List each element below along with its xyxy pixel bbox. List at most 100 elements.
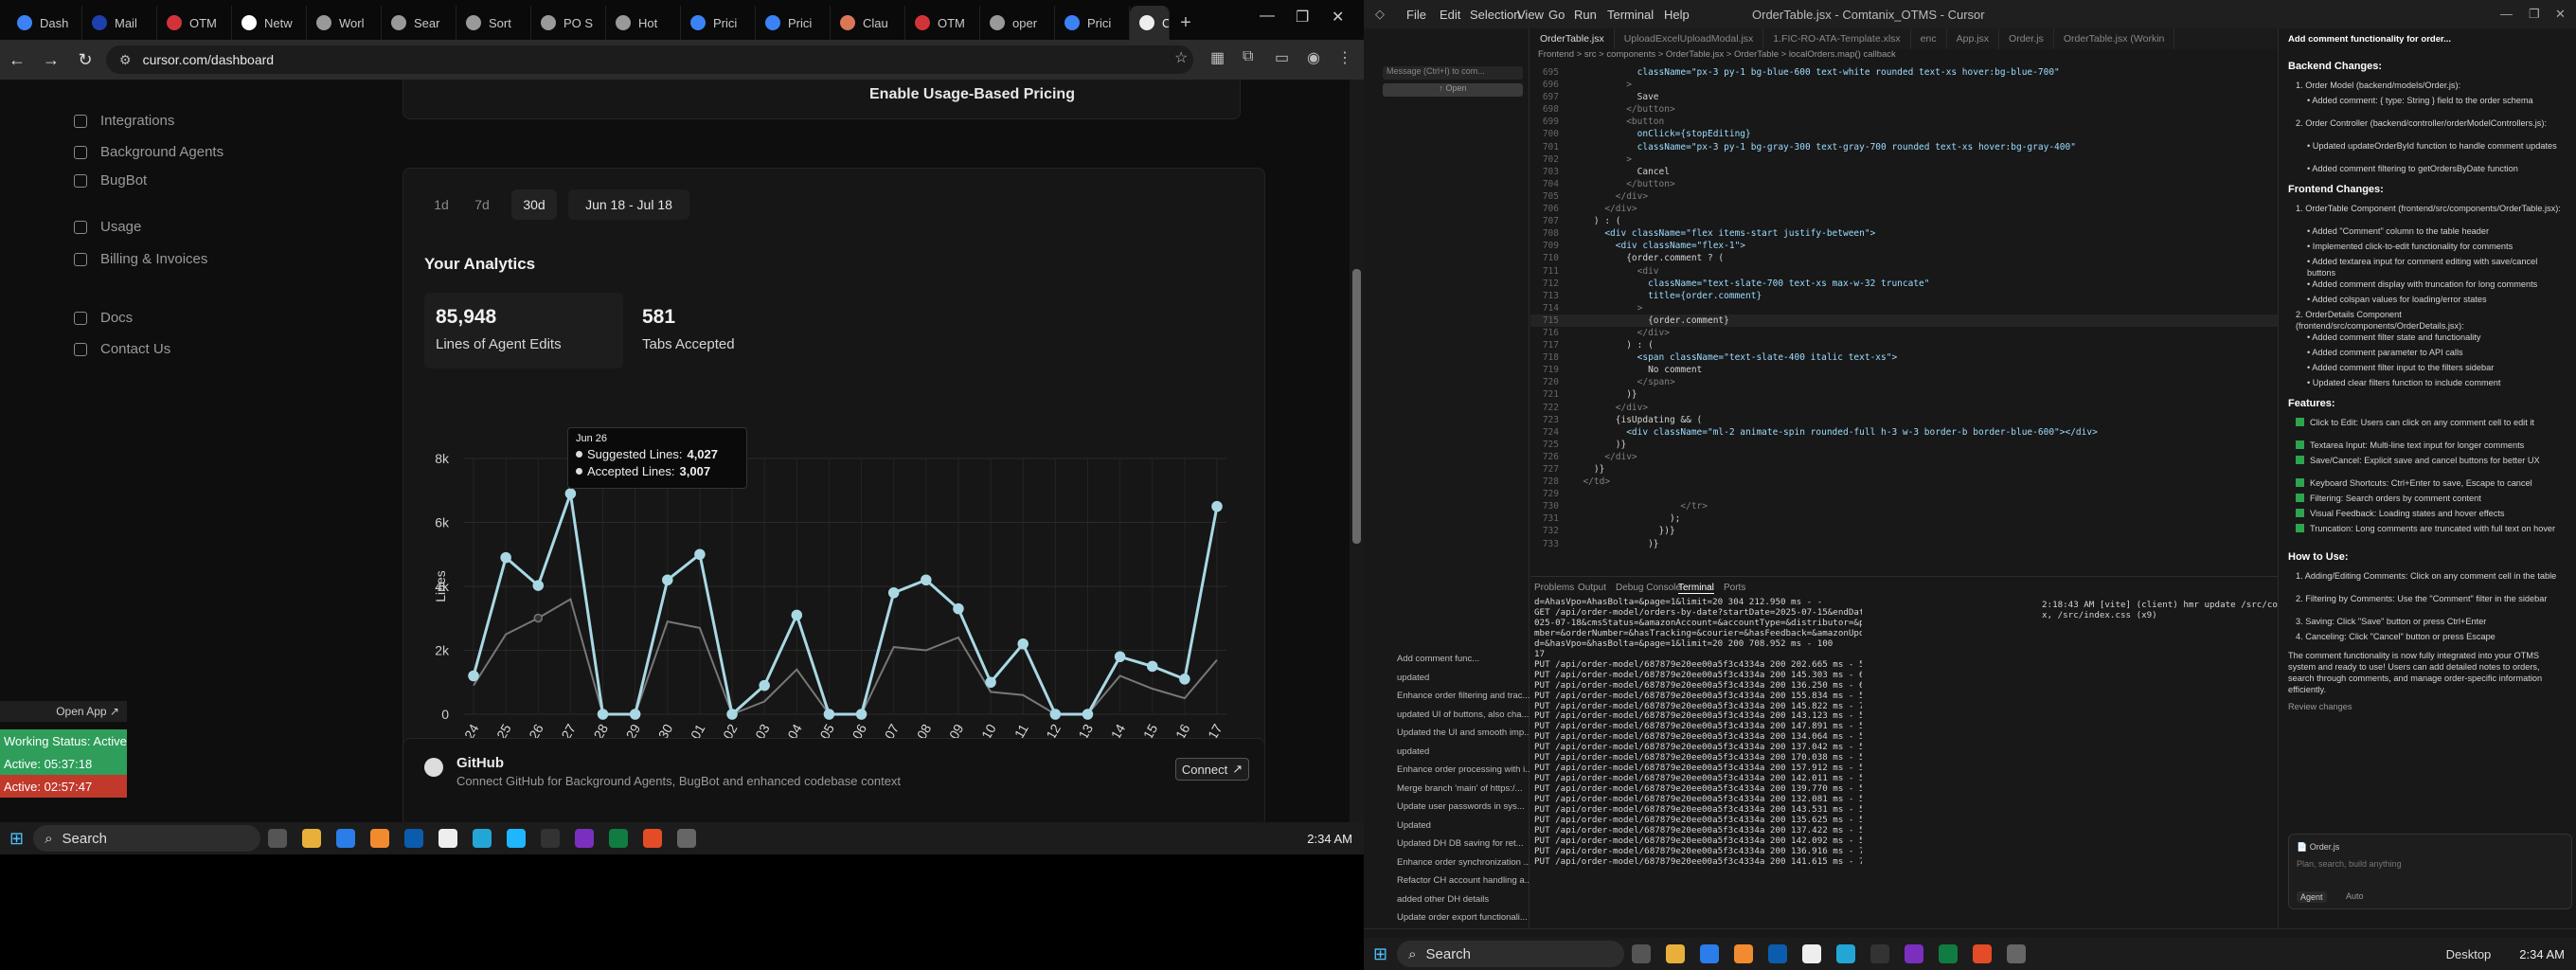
data-point[interactable] bbox=[694, 548, 706, 560]
browser-tab[interactable]: OTM bbox=[905, 6, 980, 40]
model-selector[interactable]: Auto bbox=[2346, 891, 2364, 901]
menu-item[interactable]: File bbox=[1406, 8, 1426, 22]
app-icon[interactable] bbox=[438, 829, 458, 848]
chrome-icon[interactable] bbox=[1700, 944, 1720, 963]
restore-icon[interactable]: ❐ bbox=[1296, 8, 1309, 27]
taskbar-search[interactable]: ⌕ Search bbox=[1397, 941, 1625, 967]
restore-icon[interactable]: ❐ bbox=[2529, 7, 2540, 22]
browser-tab[interactable]: Sort bbox=[456, 6, 531, 40]
puzzle-icon[interactable]: ⧉ bbox=[1243, 48, 1253, 65]
minimize-icon[interactable]: — bbox=[2500, 7, 2513, 21]
sidebar-item[interactable]: Docs bbox=[74, 310, 133, 326]
excel-icon[interactable] bbox=[1939, 944, 1959, 963]
editor-tab[interactable]: OrderTable.jsx bbox=[1530, 28, 1615, 49]
data-point[interactable] bbox=[921, 574, 932, 585]
reload-icon[interactable]: ↻ bbox=[68, 50, 102, 70]
range-option[interactable]: 1d bbox=[424, 189, 458, 220]
browser-tab[interactable]: PO S bbox=[531, 6, 606, 40]
menu-item[interactable]: View bbox=[1517, 8, 1544, 22]
chat-history-item[interactable]: Enhance order filtering and trac... bbox=[1397, 691, 1530, 704]
task-view-icon[interactable] bbox=[1632, 944, 1652, 963]
chat-history-item[interactable]: Updated DH DB saving for ret... bbox=[1397, 838, 1530, 852]
browser-tab[interactable]: Mail bbox=[82, 6, 157, 40]
onenote-icon[interactable] bbox=[1905, 944, 1924, 963]
panel-tab[interactable]: Ports bbox=[1724, 583, 1745, 593]
chrome-icon[interactable] bbox=[336, 829, 356, 848]
menu-item[interactable]: Selection bbox=[1470, 8, 1520, 22]
site-info-icon[interactable]: ⚙ bbox=[119, 52, 132, 68]
chrome-icon[interactable] bbox=[643, 829, 663, 848]
menu-item[interactable]: Help bbox=[1664, 8, 1690, 22]
firefox-icon[interactable] bbox=[370, 829, 390, 848]
browser-tab[interactable]: C bbox=[1130, 6, 1170, 40]
scrollbar-thumb[interactable] bbox=[1352, 269, 1361, 544]
open-chat-button[interactable]: ↑ Open bbox=[1383, 83, 1523, 97]
chat-history-item[interactable]: updated UI of buttons, also cha... bbox=[1397, 710, 1530, 723]
editor-tab[interactable]: Order.js bbox=[1999, 28, 2054, 49]
browser-tab[interactable]: Netw bbox=[232, 6, 307, 40]
chat-history-item[interactable]: Add comment func... bbox=[1397, 654, 1530, 667]
sidebar-item[interactable]: Billing & Invoices bbox=[74, 251, 207, 267]
chat-history-item[interactable]: Update user passwords in sys... bbox=[1397, 801, 1530, 815]
data-point[interactable] bbox=[532, 580, 545, 591]
profile-icon[interactable]: ◉ bbox=[1307, 48, 1320, 67]
context-chip[interactable]: 📄 Order.js bbox=[2297, 842, 2339, 853]
data-point[interactable] bbox=[791, 609, 803, 621]
app-icon[interactable] bbox=[1768, 944, 1788, 963]
data-point[interactable] bbox=[823, 709, 835, 720]
data-point[interactable] bbox=[1049, 709, 1062, 720]
windows-start-icon[interactable]: ⊞ bbox=[1373, 944, 1387, 964]
chat-history-item[interactable]: Refactor CH account handling a... bbox=[1397, 875, 1530, 889]
data-point[interactable] bbox=[759, 679, 770, 692]
range-option[interactable]: 30d bbox=[511, 189, 557, 220]
browser-tab[interactable]: Prici bbox=[681, 6, 756, 40]
chat-history-item[interactable]: Updated bbox=[1397, 820, 1530, 834]
editor-tab[interactable]: UploadExcelUploadModal.jsx bbox=[1615, 28, 1764, 49]
menu-icon[interactable]: ⋮ bbox=[1337, 48, 1352, 67]
assistant-input[interactable]: Plan, search, build anything bbox=[2297, 859, 2402, 869]
extension-icon[interactable]: ▦ bbox=[1210, 48, 1225, 67]
close-icon[interactable]: ✕ bbox=[2555, 7, 2566, 22]
chat-history-item[interactable]: Merge branch 'main' of https:/... bbox=[1397, 783, 1530, 797]
menu-item[interactable]: Edit bbox=[1440, 8, 1460, 22]
desktop-label[interactable]: Desktop bbox=[2446, 947, 2492, 961]
data-point[interactable] bbox=[726, 709, 738, 720]
browser-tab[interactable]: Hot bbox=[606, 6, 681, 40]
data-point[interactable] bbox=[1017, 638, 1029, 650]
browser-tab[interactable]: Prici bbox=[1055, 6, 1130, 40]
editor-tab[interactable]: enc bbox=[1911, 28, 1947, 49]
sidepanel-icon[interactable]: ▭ bbox=[1275, 48, 1289, 67]
onenote-icon[interactable] bbox=[575, 829, 595, 848]
chat-history-item[interactable]: Update order export functionali... bbox=[1397, 912, 1530, 925]
data-point[interactable] bbox=[855, 709, 868, 720]
sidebar-item[interactable]: Usage bbox=[74, 219, 141, 235]
data-point[interactable] bbox=[1114, 651, 1126, 662]
url-field[interactable]: ⚙ cursor.com/dashboard bbox=[106, 45, 1193, 74]
chat-history-item[interactable]: Enhance order processing with i... bbox=[1397, 764, 1530, 778]
menu-item[interactable]: Terminal bbox=[1607, 8, 1654, 22]
data-point[interactable] bbox=[564, 488, 577, 499]
range-option[interactable]: 7d bbox=[464, 189, 500, 220]
back-icon[interactable]: ← bbox=[0, 50, 34, 70]
enable-usage-pricing-button[interactable]: Enable Usage-Based Pricing bbox=[869, 86, 1075, 103]
sidebar-item[interactable]: Integrations bbox=[74, 113, 174, 129]
data-point[interactable] bbox=[468, 670, 479, 682]
data-point[interactable] bbox=[597, 709, 609, 720]
chat-history-item[interactable]: updated bbox=[1397, 673, 1530, 686]
chat-history-item[interactable]: added other DH details bbox=[1397, 894, 1530, 907]
sidebar-item[interactable]: Background Agents bbox=[74, 144, 224, 160]
cursor-icon[interactable] bbox=[541, 829, 561, 848]
data-point[interactable] bbox=[887, 587, 900, 599]
chrome-icon[interactable] bbox=[1973, 944, 1993, 963]
browser-tab[interactable]: oper bbox=[980, 6, 1055, 40]
editor-tab[interactable]: 1.FIC-RO-ATA-Template.xlsx bbox=[1763, 28, 1911, 49]
task-view-icon[interactable] bbox=[268, 829, 288, 848]
app-icon[interactable] bbox=[473, 829, 492, 848]
settings-icon[interactable] bbox=[677, 829, 697, 848]
open-app-button[interactable]: Open App ↗ bbox=[0, 701, 127, 722]
windows-start-icon[interactable]: ⊞ bbox=[9, 829, 24, 849]
panel-tab[interactable]: Problems bbox=[1534, 583, 1574, 593]
sidebar-item[interactable]: Contact Us bbox=[74, 341, 170, 357]
browser-tab[interactable]: Worl bbox=[307, 6, 382, 40]
chat-search-input[interactable]: Message (Ctrl+I) to com... bbox=[1383, 66, 1523, 80]
